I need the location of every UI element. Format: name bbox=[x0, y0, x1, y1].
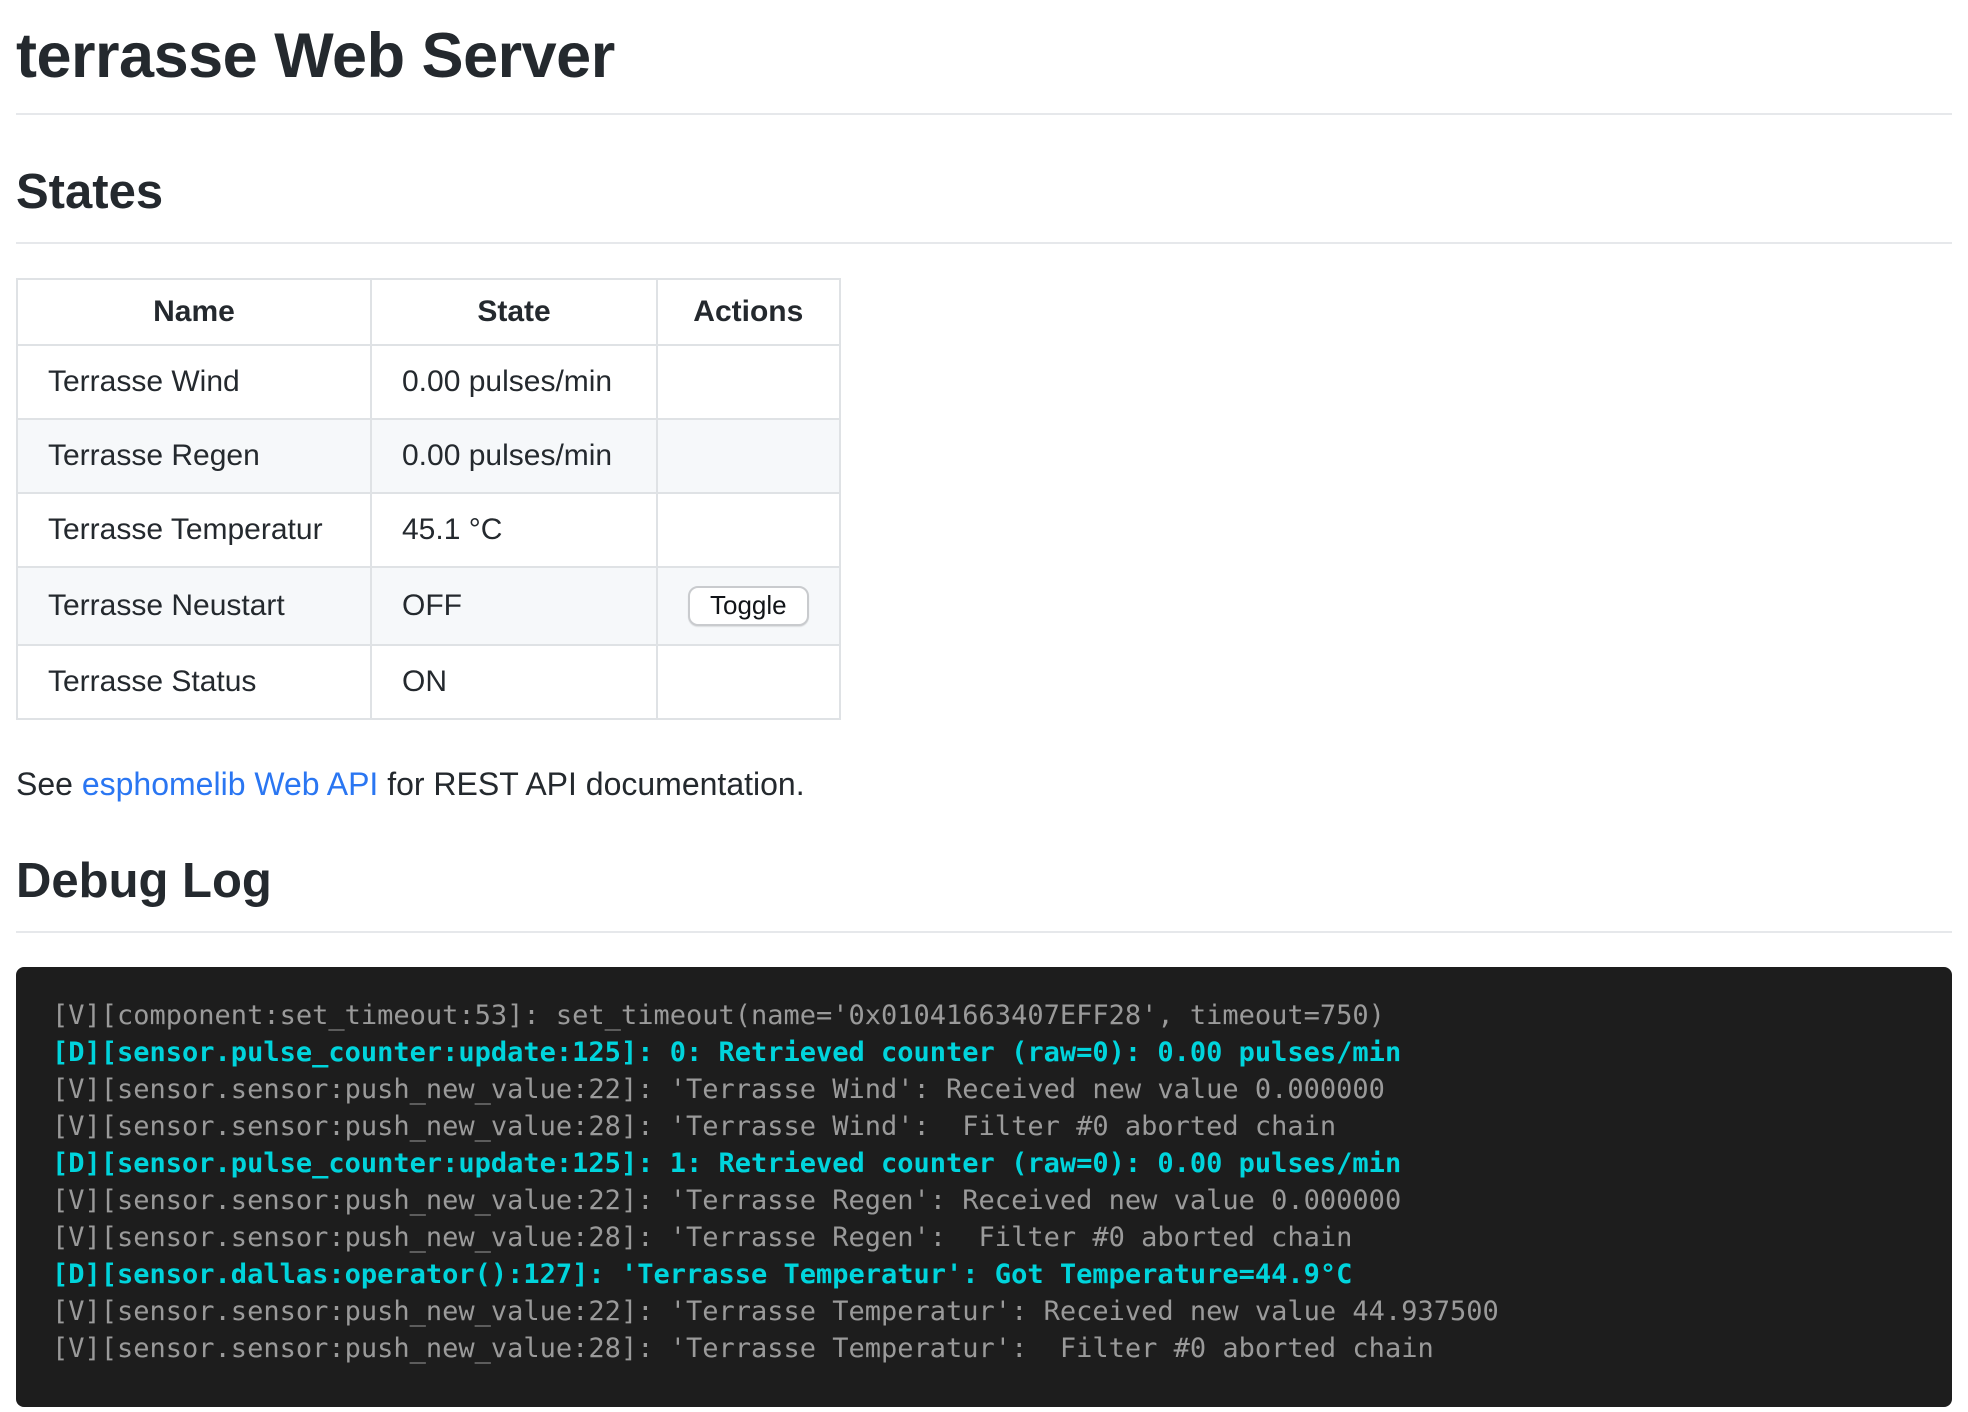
state-value-cell: 0.00 pulses/min bbox=[371, 345, 657, 419]
log-line: [D][sensor.dallas:operator():127]: 'Terr… bbox=[52, 1256, 1916, 1293]
table-row: Terrasse Temperatur45.1 °C bbox=[17, 493, 840, 567]
log-line: [V][component:set_timeout:53]: set_timeo… bbox=[52, 997, 1916, 1034]
api-note-suffix: for REST API documentation. bbox=[378, 766, 804, 802]
state-value-cell: 0.00 pulses/min bbox=[371, 419, 657, 493]
actions-cell bbox=[657, 345, 840, 419]
table-row: Terrasse Regen0.00 pulses/min bbox=[17, 419, 840, 493]
log-line: [V][sensor.sensor:push_new_value:22]: 'T… bbox=[52, 1071, 1916, 1108]
actions-cell bbox=[657, 645, 840, 719]
log-line: [V][sensor.sensor:push_new_value:22]: 'T… bbox=[52, 1293, 1916, 1330]
log-line: [D][sensor.pulse_counter:update:125]: 0:… bbox=[52, 1034, 1916, 1071]
table-row: Terrasse NeustartOFF Toggle bbox=[17, 567, 840, 645]
toggle-button[interactable]: Toggle bbox=[688, 586, 809, 626]
state-name-cell: Terrasse Status bbox=[17, 645, 371, 719]
column-header-actions: Actions bbox=[657, 279, 840, 345]
table-header-row: Name State Actions bbox=[17, 279, 840, 345]
api-note: See esphomelib Web API for REST API docu… bbox=[16, 764, 1952, 804]
web-api-link[interactable]: esphomelib Web API bbox=[82, 766, 378, 802]
states-table: Name State Actions Terrasse Wind0.00 pul… bbox=[16, 278, 841, 720]
log-line: [V][sensor.sensor:push_new_value:28]: 'T… bbox=[52, 1108, 1916, 1145]
actions-cell: Toggle bbox=[657, 567, 840, 645]
state-name-cell: Terrasse Temperatur bbox=[17, 493, 371, 567]
table-row: Terrasse StatusON bbox=[17, 645, 840, 719]
log-line: [D][sensor.pulse_counter:update:125]: 1:… bbox=[52, 1145, 1916, 1182]
state-name-cell: Terrasse Neustart bbox=[17, 567, 371, 645]
column-header-state: State bbox=[371, 279, 657, 345]
log-line: [V][sensor.sensor:push_new_value:28]: 'T… bbox=[52, 1330, 1916, 1367]
state-name-cell: Terrasse Wind bbox=[17, 345, 371, 419]
page-title: terrasse Web Server bbox=[16, 0, 1952, 115]
state-value-cell: ON bbox=[371, 645, 657, 719]
log-line: [V][sensor.sensor:push_new_value:22]: 'T… bbox=[52, 1182, 1916, 1219]
log-line: [V][sensor.sensor:push_new_value:28]: 'T… bbox=[52, 1219, 1916, 1256]
state-name-cell: Terrasse Regen bbox=[17, 419, 371, 493]
state-value-cell: 45.1 °C bbox=[371, 493, 657, 567]
states-heading: States bbox=[16, 165, 1952, 244]
state-value-cell: OFF bbox=[371, 567, 657, 645]
actions-cell bbox=[657, 493, 840, 567]
table-row: Terrasse Wind0.00 pulses/min bbox=[17, 345, 840, 419]
api-note-prefix: See bbox=[16, 766, 82, 802]
column-header-name: Name bbox=[17, 279, 371, 345]
debug-log-heading: Debug Log bbox=[16, 854, 1952, 933]
debug-log-console[interactable]: [V][component:set_timeout:53]: set_timeo… bbox=[16, 967, 1952, 1407]
actions-cell bbox=[657, 419, 840, 493]
